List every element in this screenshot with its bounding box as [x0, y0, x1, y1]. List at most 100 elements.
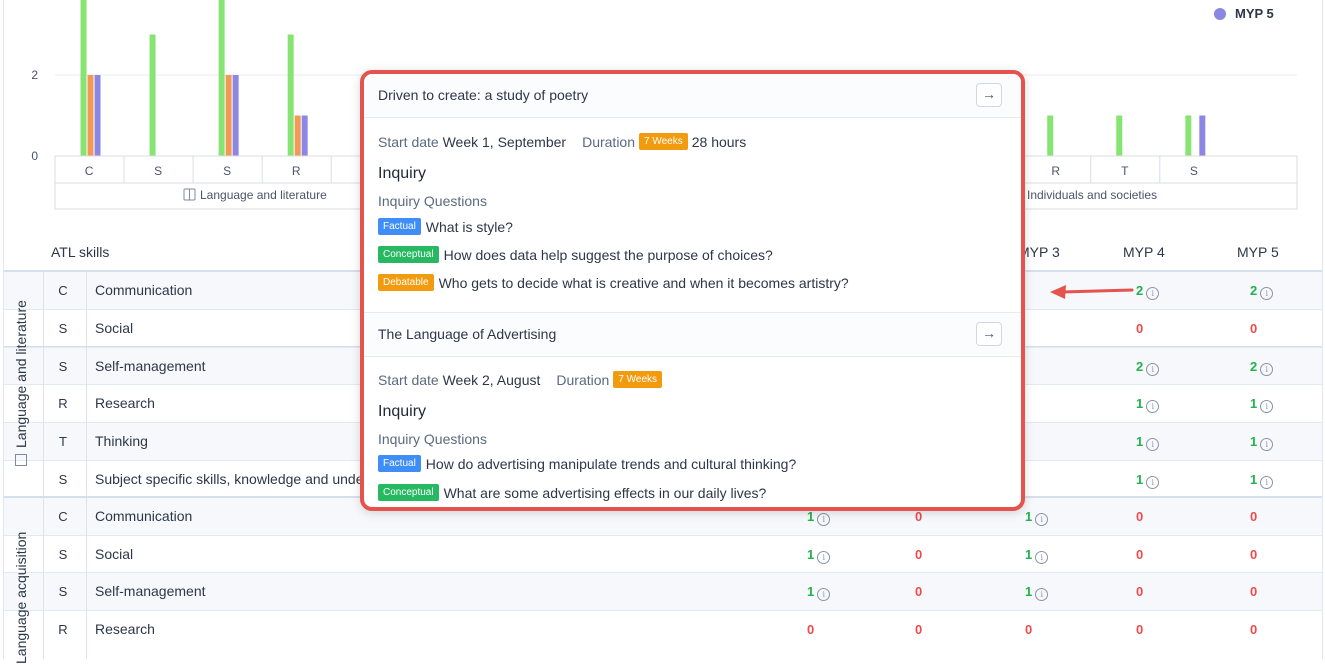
count-value: 1 — [1025, 509, 1033, 524]
open-unit-button[interactable]: → — [976, 83, 1002, 107]
count-value: 0 — [1250, 321, 1258, 336]
category-tick-label: C — [85, 164, 95, 178]
chart-bar[interactable] — [1047, 115, 1054, 157]
count-value: 1 — [1136, 434, 1144, 449]
count-value: 1 — [1025, 547, 1033, 562]
side-group-language-literature: Language and literature — [13, 300, 29, 466]
skill-count[interactable]: 1i — [807, 509, 831, 526]
category-tick-label: S — [223, 164, 232, 178]
skill-count[interactable]: 2i — [1136, 359, 1160, 376]
skill-count: 0 — [1250, 321, 1257, 336]
skill-name: Social — [95, 320, 134, 336]
skill-count[interactable]: 1i — [1025, 584, 1049, 601]
chart-bar[interactable] — [94, 75, 101, 156]
chart-bar[interactable] — [1185, 115, 1192, 157]
inquiry-heading: Inquiry — [378, 403, 427, 420]
weeks-badge: 7 Weeks — [613, 371, 663, 388]
skill-letter: C — [58, 509, 68, 524]
skill-count[interactable]: 1i — [1250, 396, 1274, 413]
chart-bar[interactable] — [218, 0, 225, 156]
skill-count[interactable]: 1i — [1025, 509, 1049, 526]
chart-bar[interactable] — [294, 115, 301, 157]
inquiry-questions-label: Inquiry Questions — [378, 193, 487, 209]
skill-count[interactable]: 1i — [807, 547, 831, 564]
chart-bar[interactable] — [87, 75, 94, 156]
skill-count[interactable]: 1i — [1136, 434, 1160, 451]
info-icon[interactable]: i — [1146, 476, 1160, 489]
unit-details-popover: Driven to create: a study of poetry → St… — [360, 70, 1025, 511]
inquiry-questions-label: Inquiry Questions — [378, 431, 487, 447]
count-value: 0 — [1136, 509, 1144, 524]
info-icon[interactable]: i — [817, 513, 831, 526]
skill-count: 0 — [1025, 622, 1032, 637]
group-label-individuals-societies: Individuals and societies — [1027, 188, 1157, 202]
red-arrow-annotation — [1050, 285, 1134, 299]
table-row — [4, 535, 1322, 573]
myp4-header[interactable]: MYP 4 — [1123, 244, 1165, 260]
category-tick-label: R — [1051, 164, 1061, 178]
open-unit-button[interactable]: → — [976, 322, 1002, 346]
skill-count[interactable]: 1i — [1250, 434, 1274, 451]
book-icon — [15, 454, 27, 466]
unit-header[interactable]: The Language of Advertising → — [364, 313, 1021, 357]
count-value: 1 — [1250, 434, 1258, 449]
chart-bar[interactable] — [301, 115, 308, 157]
book-icon — [183, 188, 196, 201]
count-value: 2 — [1136, 359, 1144, 374]
chart-bar[interactable] — [232, 75, 239, 156]
count-value: 0 — [915, 584, 923, 599]
chart-bar[interactable] — [149, 34, 156, 157]
skill-count[interactable]: 1i — [1250, 472, 1274, 489]
info-icon[interactable]: i — [1260, 400, 1274, 413]
count-value: 0 — [1136, 547, 1144, 562]
count-value: 2 — [1136, 283, 1144, 298]
conceptual-badge: Conceptual — [378, 246, 439, 263]
skill-count[interactable]: 2i — [1136, 283, 1160, 300]
inquiry-question: Conceptual What are some advertising eff… — [378, 484, 766, 501]
info-icon[interactable]: i — [1260, 287, 1274, 300]
skill-count[interactable]: 1i — [807, 584, 831, 601]
count-value: 0 — [915, 622, 923, 637]
skill-count[interactable]: 1i — [1136, 396, 1160, 413]
chart-bar[interactable] — [225, 75, 232, 156]
info-icon[interactable]: i — [1146, 400, 1160, 413]
count-value: 0 — [915, 547, 923, 562]
chart-bar[interactable] — [1116, 115, 1123, 157]
info-icon[interactable]: i — [817, 551, 831, 564]
skill-count[interactable]: 1i — [1136, 472, 1160, 489]
info-icon[interactable]: i — [1035, 588, 1049, 601]
arrow-right-icon: → — [982, 86, 996, 102]
skill-count[interactable]: 2i — [1250, 283, 1274, 300]
info-icon[interactable]: i — [1035, 513, 1049, 526]
inquiry-question: Conceptual How does data help suggest th… — [378, 246, 773, 263]
chart-bar[interactable] — [1199, 115, 1206, 157]
chart-bar[interactable] — [80, 0, 87, 156]
inquiry-question: Factual How do advertising manipulate tr… — [378, 455, 796, 472]
info-icon[interactable]: i — [1146, 363, 1160, 376]
question-text: What are some advertising effects in our… — [443, 484, 767, 501]
info-icon[interactable]: i — [1260, 438, 1274, 451]
count-value: 0 — [1250, 547, 1258, 562]
factual-badge: Factual — [378, 218, 421, 235]
chart-bar[interactable] — [287, 34, 294, 157]
skill-count[interactable]: 2i — [1250, 359, 1274, 376]
duration-label: Duration — [556, 371, 610, 388]
info-icon[interactable]: i — [1146, 438, 1160, 451]
table-row — [4, 610, 1322, 648]
count-value: 0 — [1136, 321, 1144, 336]
skill-count: 0 — [1136, 321, 1143, 336]
info-icon[interactable]: i — [1260, 476, 1274, 489]
question-text: How does data help suggest the purpose o… — [443, 246, 773, 263]
myp5-header[interactable]: MYP 5 — [1237, 244, 1279, 260]
info-icon[interactable]: i — [1260, 363, 1274, 376]
chart-legend[interactable]: MYP 5 — [1214, 6, 1274, 21]
start-date-label: Start date — [378, 371, 439, 388]
group-label-language-literature: Language and literature — [183, 188, 327, 202]
info-icon[interactable]: i — [817, 588, 831, 601]
skill-count: 0 — [1136, 509, 1143, 524]
info-icon[interactable]: i — [1035, 551, 1049, 564]
skill-count: 0 — [915, 584, 922, 599]
unit-header[interactable]: Driven to create: a study of poetry → — [364, 74, 1021, 118]
info-icon[interactable]: i — [1146, 287, 1160, 300]
skill-count[interactable]: 1i — [1025, 547, 1049, 564]
